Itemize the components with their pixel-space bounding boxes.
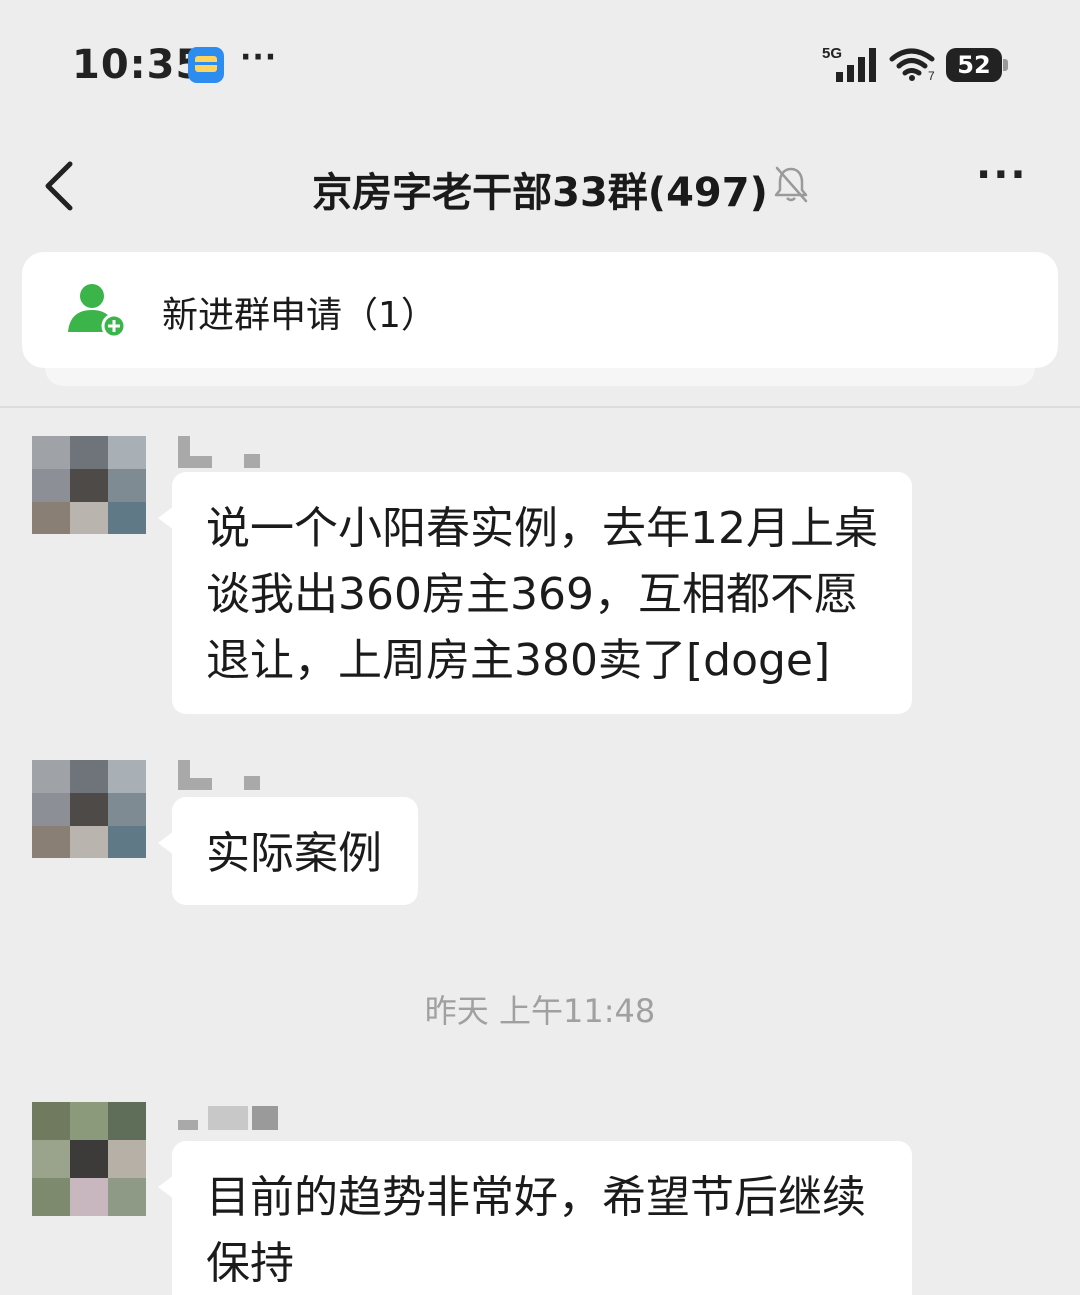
avatar[interactable] bbox=[32, 760, 146, 858]
card-shadow bbox=[45, 366, 1035, 386]
more-notifications-icon: ··· bbox=[240, 40, 278, 75]
battery-level: 52 bbox=[946, 48, 1002, 82]
avatar[interactable] bbox=[32, 1102, 146, 1216]
avatar[interactable] bbox=[32, 436, 146, 534]
network-type-label: 5G bbox=[822, 45, 842, 62]
message-text: 实际案例 bbox=[206, 828, 382, 879]
join-request-label: 新进群申请（1） bbox=[162, 295, 437, 336]
message-bubble[interactable]: 目前的趋势非常好，希望节后继续保持 bbox=[158, 1141, 912, 1295]
wallet-app-icon bbox=[188, 47, 224, 83]
status-time: 10:35 bbox=[72, 42, 205, 88]
sender-name-redacted bbox=[178, 1102, 288, 1136]
wifi-icon: 7 bbox=[889, 48, 935, 82]
message-bubble[interactable]: 说一个小阳春实例，去年12月上桌谈我出360房主369，互相都不愿退让，上周房主… bbox=[158, 472, 912, 714]
battery-icon: 52 bbox=[946, 48, 1008, 82]
more-options-button[interactable]: ··· bbox=[976, 152, 1028, 198]
sender-name-redacted bbox=[178, 760, 268, 794]
bell-off-icon bbox=[774, 166, 808, 203]
signal-icon: 5G bbox=[822, 45, 876, 82]
divider bbox=[0, 406, 1080, 408]
chat-title: 京房字老干部33群(497) bbox=[312, 170, 768, 216]
message-timestamp: 昨天 上午11:48 bbox=[424, 992, 656, 1030]
message-text: 目前的趋势非常好，希望节后继续保持 bbox=[206, 1172, 866, 1289]
chat-nav-bar: 京房字老干部33群(497) ··· bbox=[0, 130, 1080, 240]
sender-name-redacted bbox=[178, 436, 268, 470]
svg-text:7: 7 bbox=[928, 69, 935, 82]
join-request-banner[interactable]: 新进群申请（1） bbox=[22, 252, 1058, 368]
add-user-icon bbox=[68, 284, 127, 339]
message-text: 说一个小阳春实例，去年12月上桌谈我出360房主369，互相都不愿退让，上周房主… bbox=[206, 503, 878, 686]
status-bar: 10:35 ··· 5G 7 52 bbox=[0, 0, 1080, 130]
message-bubble[interactable]: 实际案例 bbox=[158, 797, 418, 905]
